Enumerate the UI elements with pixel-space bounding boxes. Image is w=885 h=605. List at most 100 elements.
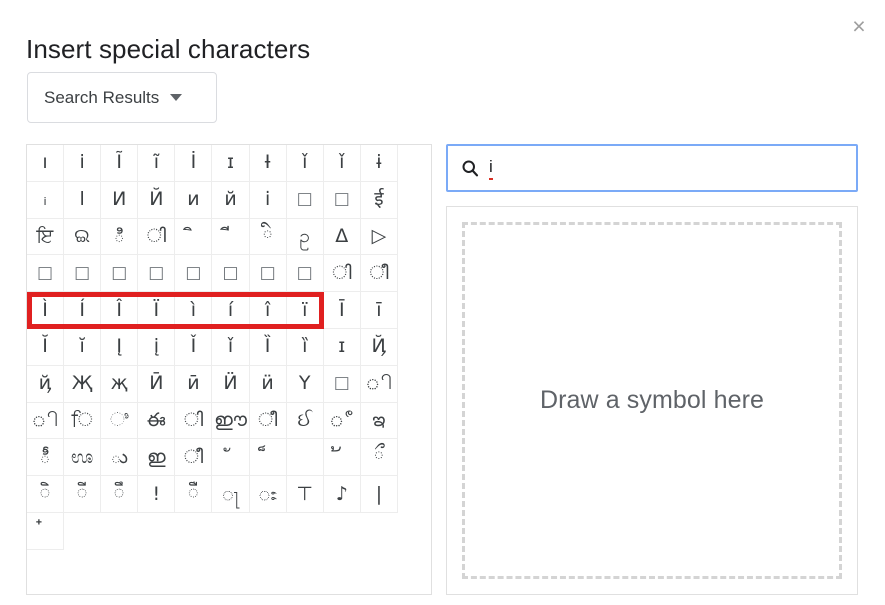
category-dropdown[interactable]: Search Results — [27, 72, 217, 123]
character-cell[interactable]: ҋ — [27, 366, 64, 403]
character-cell[interactable]: ĩ — [138, 145, 175, 182]
character-cell[interactable]: Ҋ — [361, 329, 398, 366]
character-cell[interactable]: ɪ — [324, 329, 361, 366]
character-cell[interactable]: ଇ — [64, 219, 101, 256]
character-cell[interactable]: ឺ — [175, 476, 212, 513]
character-cell[interactable]: Ì — [27, 292, 64, 329]
character-cell[interactable]: į — [138, 329, 175, 366]
character-cell[interactable]: Ĩ — [101, 145, 138, 182]
character-cell[interactable]: ȉ — [287, 329, 324, 366]
character-cell[interactable]: □ — [324, 366, 361, 403]
character-cell[interactable]: Ӣ — [138, 366, 175, 403]
character-cell[interactable]: ീ — [250, 403, 287, 440]
character-cell[interactable]: ి — [101, 219, 138, 256]
character-cell[interactable]: ï — [287, 292, 324, 329]
character-cell[interactable]: ઈ — [287, 403, 324, 440]
character-cell[interactable]: Î — [101, 292, 138, 329]
character-cell[interactable]: И — [101, 182, 138, 219]
character-cell[interactable]: Җ — [64, 366, 101, 403]
character-cell[interactable]: ♪ — [324, 476, 361, 513]
character-cell[interactable]: Ǐ — [175, 329, 212, 366]
search-input[interactable]: i — [489, 157, 493, 180]
character-cell[interactable]: ി — [324, 255, 361, 292]
character-cell[interactable]: □ — [138, 255, 175, 292]
character-cell[interactable]: ì — [175, 292, 212, 329]
character-cell[interactable]: □ — [175, 255, 212, 292]
character-cell[interactable]: ീ — [361, 255, 398, 292]
character-cell[interactable]: Ɨ — [250, 145, 287, 182]
character-cell[interactable]: □ — [212, 255, 249, 292]
character-cell[interactable]: Ĭ — [27, 329, 64, 366]
character-cell[interactable]: i — [64, 145, 101, 182]
character-cell[interactable]: ӣ — [175, 366, 212, 403]
character-cell[interactable]: ▷ — [361, 219, 398, 256]
character-cell[interactable]: Ȉ — [250, 329, 287, 366]
character-cell[interactable]: Ī — [324, 292, 361, 329]
character-cell[interactable]: ీ — [27, 439, 64, 476]
character-cell[interactable]: ई — [361, 182, 398, 219]
character-cell[interactable]: ǐ — [324, 145, 361, 182]
character-cell[interactable]: ི — [250, 219, 287, 256]
character-cell[interactable]: й — [212, 182, 249, 219]
character-cell[interactable]: ఇ — [361, 403, 398, 440]
character-cell[interactable]: ĭ — [64, 329, 101, 366]
character-cell[interactable]: ī — [361, 292, 398, 329]
character-cell[interactable]: ಿ — [101, 403, 138, 440]
character-cell[interactable]: Í — [64, 292, 101, 329]
character-cell[interactable]: ீ — [324, 403, 361, 440]
close-icon[interactable]: × — [844, 11, 874, 41]
character-cell[interactable]: □ — [250, 255, 287, 292]
search-field[interactable]: i — [446, 144, 858, 192]
character-cell[interactable]: ิ — [175, 219, 212, 256]
character-cell[interactable]: ! — [138, 476, 175, 513]
character-cell[interactable]: ീ — [175, 439, 212, 476]
character-cell[interactable]: Į — [101, 329, 138, 366]
character-cell[interactable]: ី — [64, 476, 101, 513]
character-cell[interactable]: Ү — [287, 366, 324, 403]
character-cell[interactable]: İ — [175, 145, 212, 182]
character-cell[interactable]: □ — [27, 255, 64, 292]
character-cell[interactable]: ဥ — [287, 219, 324, 256]
character-cell[interactable]: ႃ — [212, 476, 249, 513]
character-cell[interactable]: □ — [287, 255, 324, 292]
character-cell[interactable]: □ — [101, 255, 138, 292]
character-cell[interactable]: □ — [64, 255, 101, 292]
character-cell[interactable]: ຿ — [287, 439, 324, 476]
character-cell[interactable]: ិ — [27, 476, 64, 513]
character-cell[interactable]: ั — [212, 439, 249, 476]
character-cell[interactable]: ႜ — [250, 476, 287, 513]
character-cell[interactable]: ɪ — [212, 145, 249, 182]
character-cell[interactable]: ໋ — [27, 513, 64, 550]
character-cell[interactable]: ഈ — [212, 403, 249, 440]
character-cell[interactable]: ӥ — [250, 366, 287, 403]
character-cell[interactable]: ி — [27, 403, 64, 440]
character-cell[interactable]: ี — [212, 219, 249, 256]
character-cell[interactable]: ఈ — [138, 403, 175, 440]
character-cell[interactable]: l — [64, 182, 101, 219]
character-cell[interactable]: ็ — [250, 439, 287, 476]
character-cell[interactable]: ி — [361, 366, 398, 403]
character-cell[interactable]: ഇ — [138, 439, 175, 476]
character-cell[interactable]: □ — [324, 182, 361, 219]
character-cell[interactable]: ᵢ — [27, 182, 64, 219]
character-cell[interactable]: и — [175, 182, 212, 219]
character-cell[interactable]: □ — [287, 182, 324, 219]
character-cell[interactable]: ྀ — [361, 439, 398, 476]
draw-canvas[interactable]: Draw a symbol here — [462, 222, 842, 579]
character-cell[interactable]: і — [250, 182, 287, 219]
character-cell[interactable]: җ — [101, 366, 138, 403]
character-cell[interactable]: Ӥ — [212, 366, 249, 403]
character-cell[interactable]: ി — [138, 219, 175, 256]
character-cell[interactable]: ਿ — [64, 403, 101, 440]
character-cell[interactable]: Ï — [138, 292, 175, 329]
character-cell[interactable]: ⊤ — [287, 476, 324, 513]
character-cell[interactable]: ǐ — [212, 329, 249, 366]
character-cell[interactable]: ı — [27, 145, 64, 182]
character-cell[interactable]: Й — [138, 182, 175, 219]
character-cell[interactable]: ǐ — [287, 145, 324, 182]
character-cell[interactable]: | — [361, 476, 398, 513]
character-cell[interactable]: ി — [175, 403, 212, 440]
character-cell[interactable]: ਇ — [27, 219, 64, 256]
character-cell[interactable]: ឹ — [101, 476, 138, 513]
character-cell[interactable]: ు — [101, 439, 138, 476]
